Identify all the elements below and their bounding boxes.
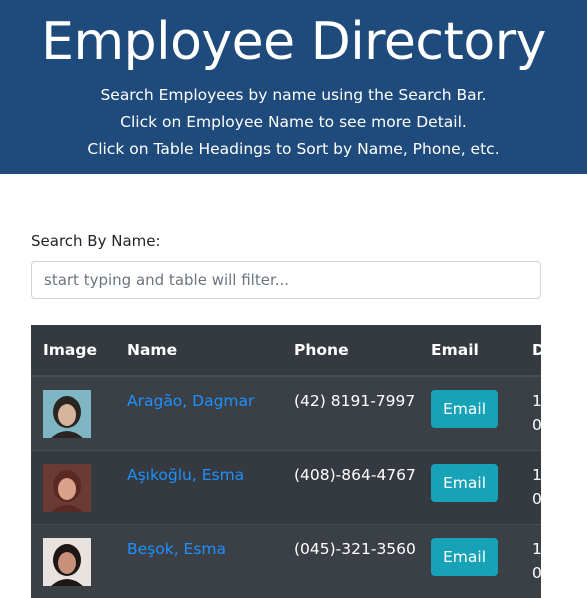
phone-cell: (408)-864-4767 [294, 466, 416, 484]
email-cell: Email [419, 525, 520, 598]
employee-table: Image Name Phone Email DOB Aragão, Dagma… [31, 325, 541, 598]
image-cell [31, 451, 115, 525]
column-header-name[interactable]: Name [115, 325, 282, 377]
table-row: Beşok, Esma (045)-321-3560 Email 1945-05… [31, 524, 541, 598]
email-button[interactable]: Email [431, 464, 499, 502]
search-input[interactable] [31, 261, 541, 299]
phone-cell: (045)-321-3560 [294, 540, 416, 558]
email-cell: Email [419, 376, 520, 451]
employee-name-link[interactable]: Aragão, Dagmar [127, 392, 254, 410]
email-button[interactable]: Email [431, 538, 499, 576]
employee-photo [43, 538, 91, 586]
dob-cell: 1991-06-18 [532, 392, 541, 434]
table-row: Aragão, Dagmar (42) 8191-7997 Email 1991… [31, 376, 541, 451]
header-banner: Employee Directory Search Employees by n… [0, 0, 587, 174]
employee-name-link[interactable]: Aşıkoğlu, Esma [127, 466, 244, 484]
name-cell: Aragão, Dagmar [115, 376, 282, 451]
instruction-line: Click on Table Headings to Sort by Name,… [87, 140, 500, 158]
name-cell: Aşıkoğlu, Esma [115, 451, 282, 525]
email-button[interactable]: Email [431, 390, 499, 428]
column-header-phone[interactable]: Phone [282, 325, 419, 377]
employee-photo [43, 464, 91, 512]
dob-cell: 1993-04-20 [532, 466, 541, 508]
table-header-row: Image Name Phone Email DOB [31, 325, 541, 377]
header-instructions: Search Employees by name using the Searc… [0, 82, 587, 163]
employee-photo [43, 390, 91, 438]
employee-name-link[interactable]: Beşok, Esma [127, 540, 226, 558]
column-header-dob[interactable]: DOB [520, 325, 541, 377]
dob-cell: 1945-05-31 [532, 540, 541, 582]
image-cell [31, 525, 115, 598]
email-cell: Email [419, 451, 520, 525]
image-cell [31, 376, 115, 451]
phone-cell: (42) 8191-7997 [294, 392, 416, 410]
search-label: Search By Name: [31, 232, 161, 250]
table-row: Aşıkoğlu, Esma (408)-864-4767 Email 1993… [31, 450, 541, 525]
column-header-email[interactable]: Email [419, 325, 520, 377]
instruction-line: Click on Employee Name to see more Detai… [120, 113, 467, 131]
instruction-line: Search Employees by name using the Searc… [100, 86, 487, 104]
column-header-image[interactable]: Image [31, 325, 115, 377]
page-title: Employee Directory [41, 12, 546, 72]
name-cell: Beşok, Esma [115, 525, 282, 598]
